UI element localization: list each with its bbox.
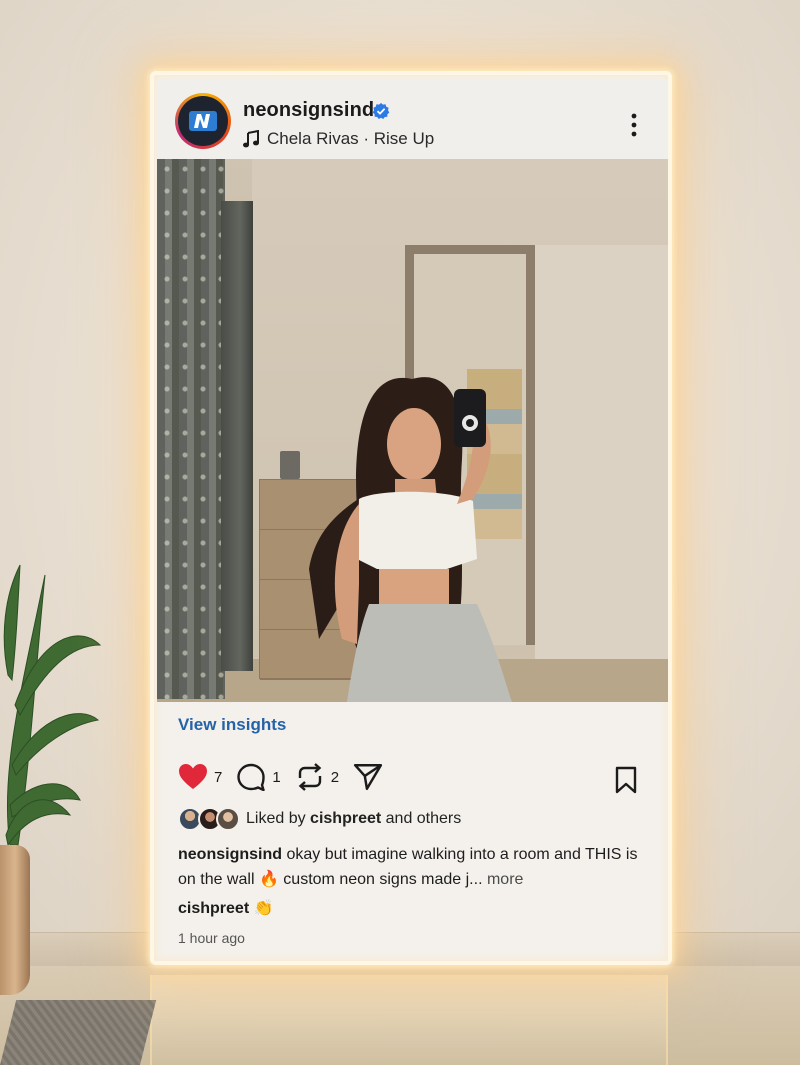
more-vertical-icon[interactable] bbox=[627, 112, 641, 138]
post-caption: neonsignsind okay but imagine walking in… bbox=[178, 842, 638, 892]
liked-by-text: Liked by cishpreet and others bbox=[246, 810, 461, 828]
verified-badge-icon bbox=[372, 103, 390, 119]
post-photo[interactable] bbox=[157, 159, 668, 702]
liked-by-suffix: and others bbox=[385, 810, 462, 827]
music-track-label: Chela Rivas · Rise Up bbox=[267, 129, 435, 148]
comment-username[interactable]: cishpreet bbox=[178, 900, 249, 917]
repost-button[interactable]: 2 bbox=[295, 763, 339, 791]
caption-more-link[interactable]: more bbox=[487, 871, 523, 888]
music-note-icon bbox=[243, 130, 259, 148]
music-track[interactable]: Chela Rivas · Rise Up bbox=[243, 128, 434, 150]
photo-person bbox=[309, 377, 512, 702]
comment-button[interactable]: 1 bbox=[236, 763, 281, 791]
liked-by-user[interactable]: cishpreet bbox=[310, 810, 381, 827]
bookmark-icon[interactable] bbox=[614, 766, 638, 794]
view-insights-link[interactable]: View insights bbox=[178, 715, 286, 735]
brand-logo-icon bbox=[189, 111, 217, 131]
top-comment: cishpreet 👏 bbox=[178, 898, 274, 918]
post-actions-bar: 7 1 2 bbox=[178, 762, 397, 792]
photo-curtain bbox=[157, 159, 225, 699]
post-timestamp: 1 hour ago bbox=[178, 930, 245, 946]
caption-username[interactable]: neonsignsind bbox=[178, 846, 282, 863]
post-username[interactable]: neonsignsind bbox=[243, 99, 374, 122]
plant-pot bbox=[0, 845, 30, 995]
comment-icon bbox=[237, 763, 266, 791]
send-icon bbox=[353, 763, 383, 791]
liker-avatar bbox=[216, 807, 240, 831]
liked-by-row[interactable]: Liked by cishpreet and others bbox=[178, 806, 461, 832]
profile-avatar[interactable] bbox=[175, 93, 231, 149]
share-button[interactable] bbox=[353, 763, 383, 791]
neon-floor-reflection bbox=[150, 975, 668, 1065]
repost-icon bbox=[298, 763, 321, 791]
heart-icon bbox=[179, 764, 207, 789]
liker-avatars bbox=[178, 807, 240, 831]
photo-curtain-dark bbox=[221, 201, 253, 671]
photo-side-wall bbox=[535, 245, 668, 659]
comment-count: 1 bbox=[272, 768, 281, 786]
like-count: 7 bbox=[214, 768, 223, 786]
liked-by-prefix: Liked by bbox=[246, 810, 306, 827]
like-button[interactable]: 7 bbox=[178, 763, 222, 791]
rug bbox=[0, 1000, 157, 1065]
repost-count: 2 bbox=[330, 768, 340, 786]
comment-emoji: 👏 bbox=[253, 900, 274, 917]
